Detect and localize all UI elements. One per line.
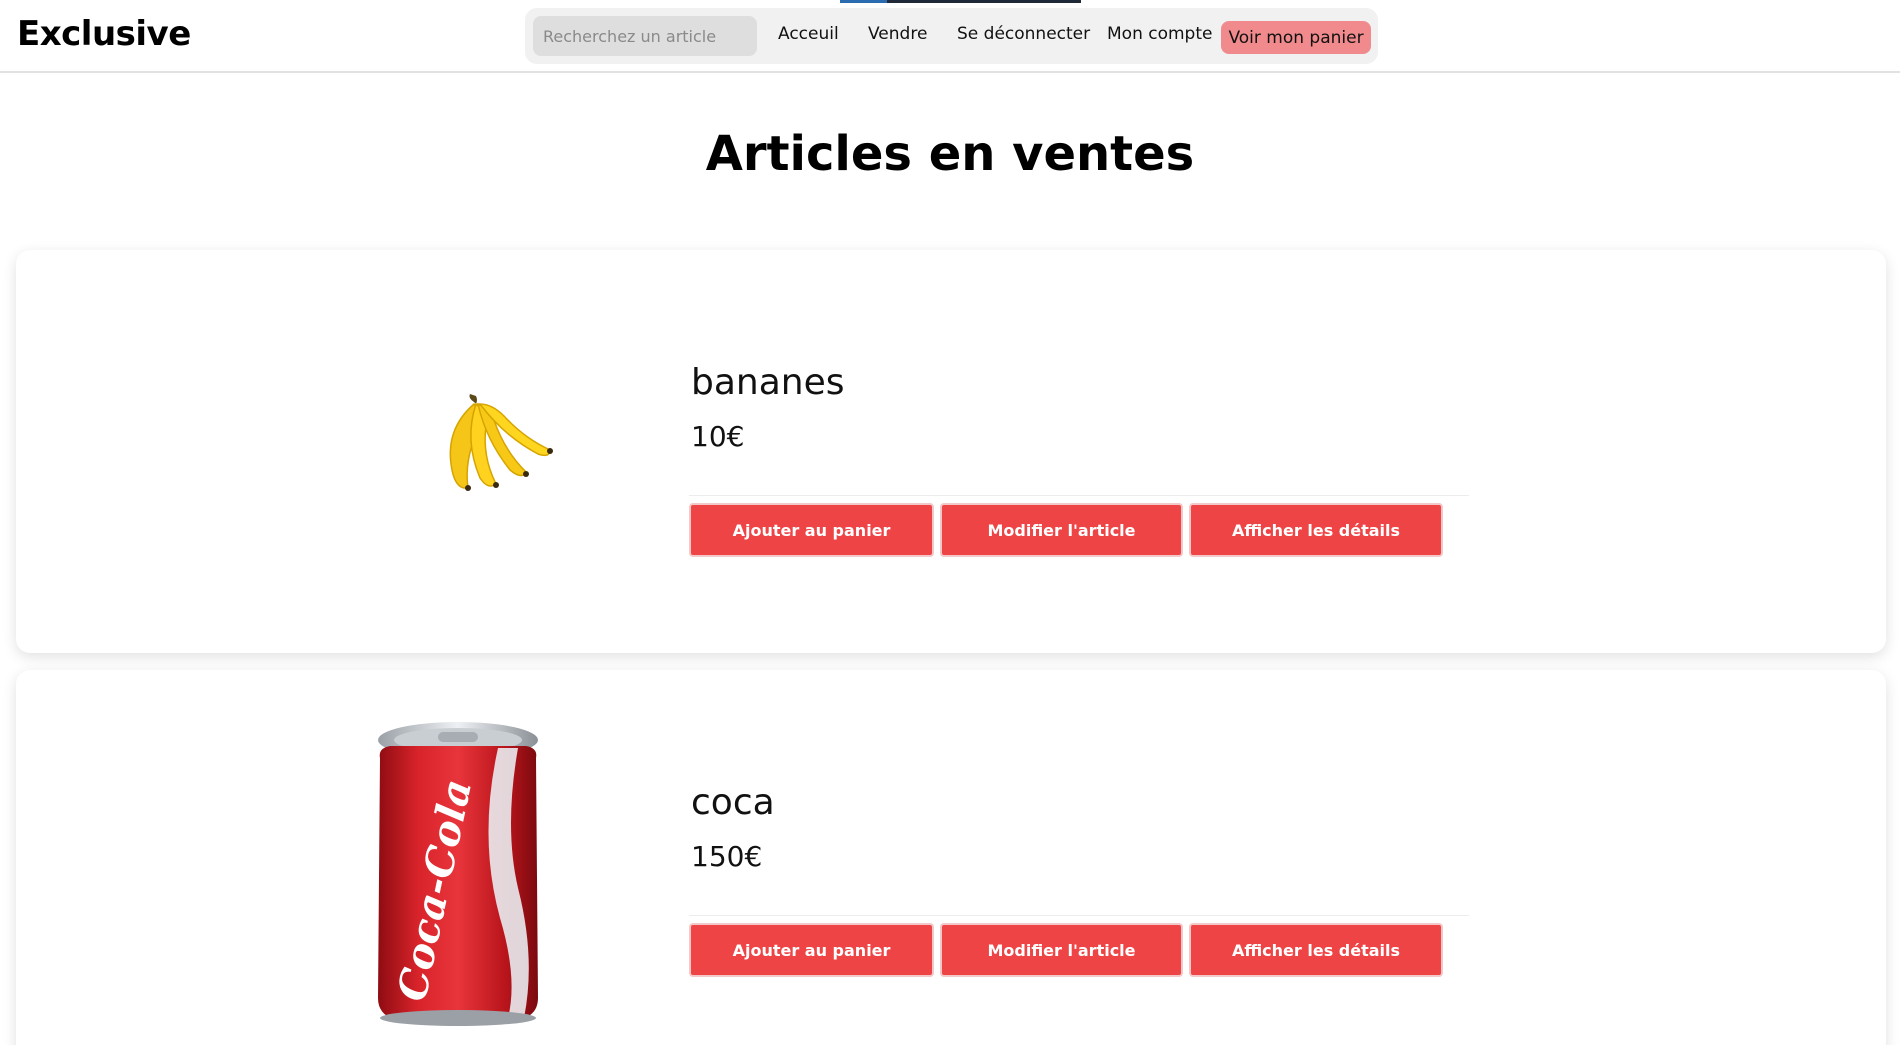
product-actions: Ajouter au panier Modifier l'article Aff… xyxy=(689,915,1469,985)
edit-article-button[interactable]: Modifier l'article xyxy=(940,503,1183,557)
view-cart-button[interactable]: Voir mon panier xyxy=(1221,21,1371,54)
header-bar: Exclusive Acceuil Vendre Se déconnecter … xyxy=(0,0,1900,73)
nav-link-mon-compte[interactable]: Mon compte xyxy=(1107,24,1212,44)
top-accent-line xyxy=(840,0,887,3)
product-price: 10€ xyxy=(691,420,745,453)
product-price: 150€ xyxy=(691,840,763,873)
nav-bar: Acceuil Vendre Se déconnecter Mon compte… xyxy=(525,8,1378,64)
product-name: coca xyxy=(691,782,775,823)
page-title: Articles en ventes xyxy=(705,126,1195,182)
product-card: bananes 10€ Ajouter au panier Modifier l… xyxy=(16,250,1886,653)
nav-link-logout[interactable]: Se déconnecter xyxy=(957,24,1090,44)
add-to-cart-button[interactable]: Ajouter au panier xyxy=(689,923,934,977)
product-actions: Ajouter au panier Modifier l'article Aff… xyxy=(689,495,1469,565)
show-details-button[interactable]: Afficher les détails xyxy=(1189,923,1443,977)
search-input[interactable] xyxy=(533,16,757,56)
nav-link-accueil[interactable]: Acceuil xyxy=(778,24,839,44)
add-to-cart-button[interactable]: Ajouter au panier xyxy=(689,503,934,557)
top-accent-line-dark xyxy=(887,0,1081,3)
product-name: bananes xyxy=(691,362,845,403)
site-logo[interactable]: Exclusive xyxy=(17,14,191,54)
product-card: Coca-Cola coca 150€ Ajouter au panier Mo… xyxy=(16,670,1886,1045)
coca-cola-can-image: Coca-Cola xyxy=(378,722,538,1026)
edit-article-button[interactable]: Modifier l'article xyxy=(940,923,1183,977)
bananas-image xyxy=(449,394,553,491)
nav-link-vendre[interactable]: Vendre xyxy=(868,24,927,44)
show-details-button[interactable]: Afficher les détails xyxy=(1189,503,1443,557)
